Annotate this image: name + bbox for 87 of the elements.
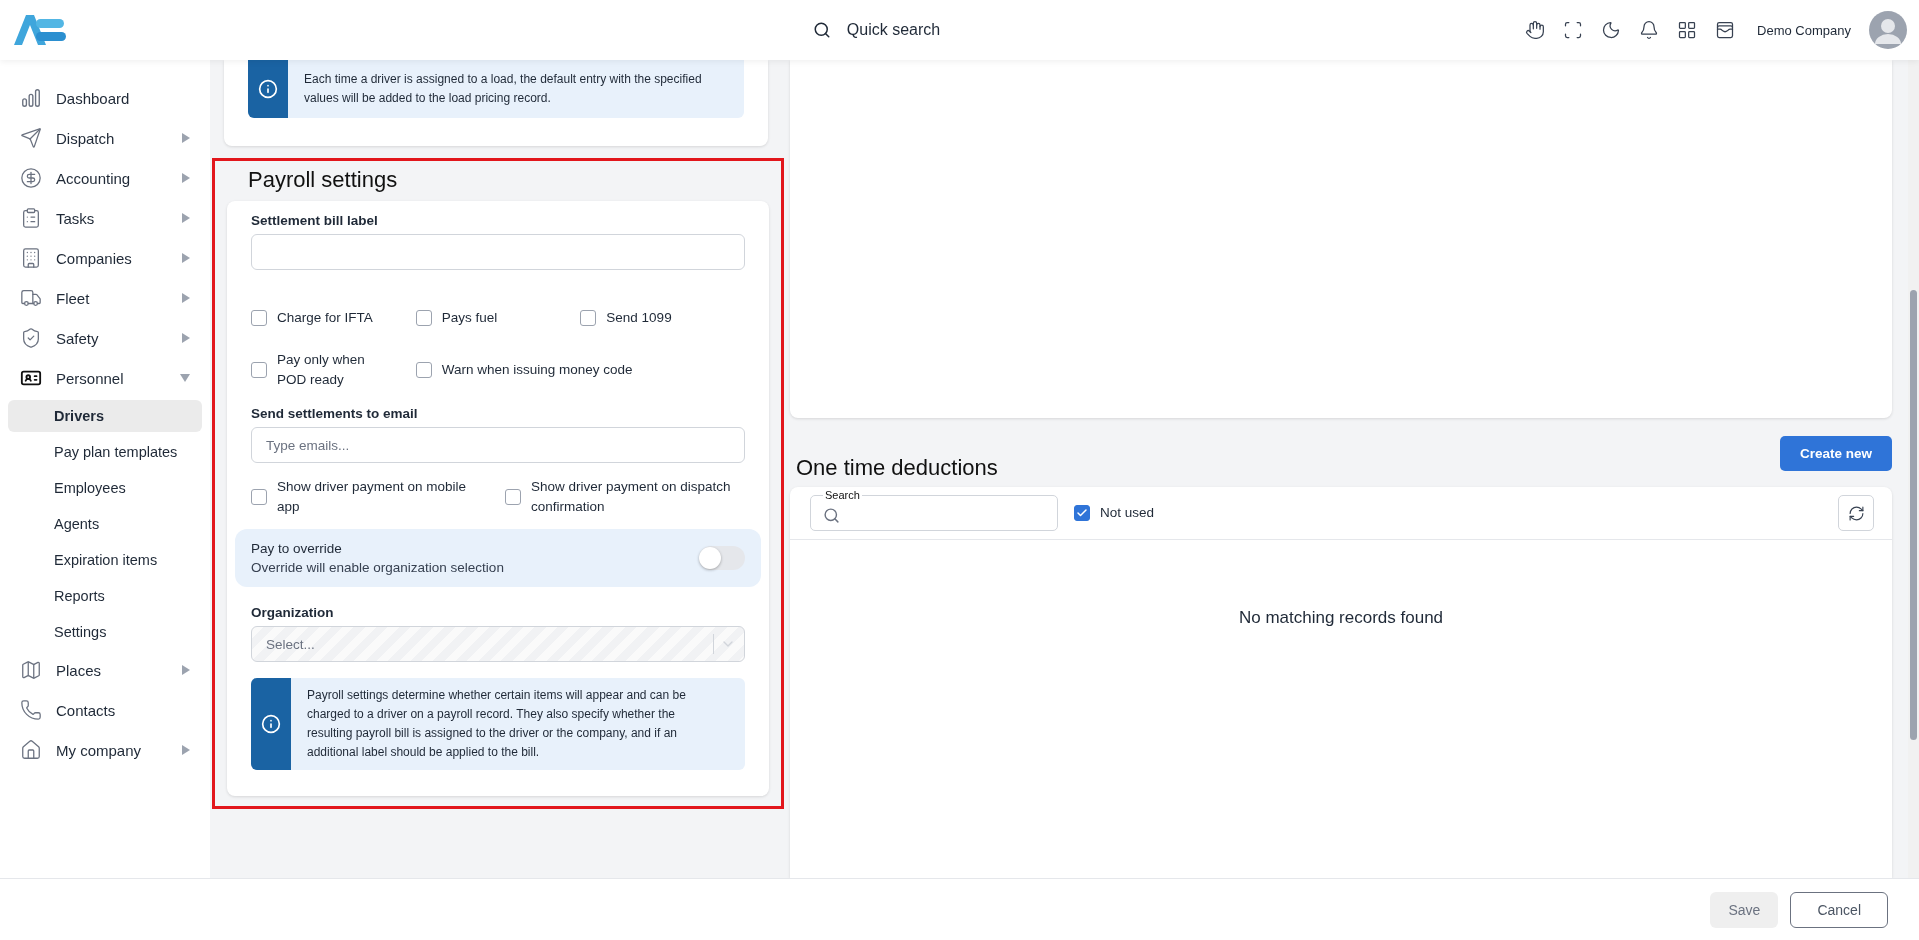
sidebar-subitem[interactable]: Reports	[8, 580, 202, 612]
field-label: Settlement bill label	[251, 213, 379, 228]
empty-message: No matching records found	[1237, 607, 1445, 628]
caret-right-icon	[182, 133, 190, 143]
house-icon	[20, 739, 42, 761]
fullscreen-icon[interactable]	[1563, 20, 1584, 40]
sidebar-item[interactable]: Companies	[8, 238, 202, 278]
field-label: Search	[824, 489, 861, 501]
field-label: Send settlements to email	[251, 406, 419, 421]
sidebar-item[interactable]: Dashboard	[8, 78, 202, 118]
shield-check-icon	[20, 327, 42, 349]
caret-right-icon	[182, 253, 190, 263]
info-text: Each time a driver is assigned to a load, the default entry with the specified values will be added to the load pricing record.	[303, 71, 703, 107]
map-icon	[20, 659, 42, 681]
logo-icon[interactable]	[12, 13, 68, 47]
sidebar-item[interactable]: Dispatch	[8, 118, 202, 158]
sidebar-item[interactable]: Contacts	[8, 690, 202, 730]
info-icon	[261, 714, 281, 734]
caret-right-icon	[182, 665, 190, 675]
sidebar-subitem[interactable]: Employees	[8, 472, 202, 504]
dollar-icon	[20, 167, 42, 189]
sidebar-item[interactable]: Safety	[8, 318, 202, 358]
grid-icon[interactable]	[1677, 20, 1698, 40]
checkbox-label[interactable]: Show driver payment on dispatch confirmation	[505, 477, 740, 517]
checkbox-label[interactable]: Pays fuel	[415, 308, 581, 328]
info-text: Payroll settings determine whether certain items will appear and can be charged to a driver on a payroll record. They also specify whether the resulting payroll bill is assigned to the driver or the company, and if an additional label should be applied to the bill.	[306, 687, 687, 761]
sidebar-item[interactable]: Places	[8, 650, 202, 690]
checkbox[interactable]	[251, 489, 267, 505]
info-icon	[258, 79, 278, 99]
cancel-button[interactable]: Cancel	[1790, 891, 1888, 928]
checkbox-label[interactable]: Charge for IFTA	[251, 308, 416, 328]
clipboard-icon	[20, 207, 42, 229]
sidebar-item[interactable]: Tasks	[8, 198, 202, 238]
checkbox[interactable]	[505, 489, 521, 505]
sidebar-subitem[interactable]: Expiration items	[8, 544, 202, 576]
checkbox[interactable]	[580, 310, 597, 326]
checkbox[interactable]	[415, 310, 432, 326]
sidebar-subitem[interactable]: Drivers	[8, 400, 202, 432]
caret-right-icon	[182, 333, 190, 343]
check-icon	[1076, 507, 1088, 519]
company-name: Demo Company	[1757, 22, 1851, 38]
override-title: Pay to override	[251, 541, 343, 556]
truck-icon	[20, 287, 42, 309]
send-icon	[20, 127, 42, 149]
moon-icon[interactable]	[1601, 20, 1622, 40]
search-icon	[823, 507, 840, 524]
checkbox-label[interactable]: Warn when issuing money code	[415, 360, 745, 380]
toggle-switch[interactable]	[699, 546, 745, 570]
field-label: Organization	[251, 605, 335, 620]
sidebar-item[interactable]: Fleet	[8, 278, 202, 318]
caret-right-icon	[182, 213, 190, 223]
caret-right-icon	[182, 745, 190, 755]
search-icon	[812, 21, 831, 39]
checkbox[interactable]	[251, 310, 267, 326]
input-field[interactable]	[251, 234, 745, 270]
sidebar-subitem[interactable]: Agents	[8, 508, 202, 540]
bell-icon[interactable]	[1639, 20, 1660, 40]
building-icon	[20, 247, 42, 269]
sidebar-item[interactable]: Accounting	[8, 158, 202, 198]
hand-icon[interactable]	[1525, 20, 1546, 40]
phone-icon	[20, 699, 42, 721]
sidebar-subitem[interactable]: Settings	[8, 616, 202, 648]
caret-right-icon	[182, 293, 190, 303]
wallet-icon[interactable]	[1715, 20, 1736, 40]
checkbox[interactable]	[1074, 505, 1090, 521]
checkbox-label[interactable]: Show driver payment on mobile app	[251, 477, 486, 517]
section-title: Payroll settings	[248, 167, 399, 193]
checkbox-label[interactable]: Send 1099	[580, 308, 745, 328]
create-new-button[interactable]: Create new	[1779, 436, 1892, 471]
section-title: One time deductions	[796, 455, 998, 481]
input-field[interactable]: Type emails...	[251, 427, 745, 463]
sidebar-item[interactable]: My company	[8, 730, 202, 770]
quick-search-button[interactable]: Quick search	[806, 20, 947, 40]
checkbox[interactable]	[415, 362, 432, 378]
search-field[interactable]: Search	[810, 489, 1058, 531]
refresh-icon	[1847, 504, 1865, 522]
bar-chart-icon	[20, 87, 42, 109]
checkbox-label[interactable]: Pay only when POD ready	[251, 350, 371, 390]
sidebar-subitem[interactable]: Pay plan templates	[8, 436, 202, 468]
checkbox-label[interactable]: Not used	[1074, 503, 1155, 523]
avatar[interactable]	[1869, 11, 1907, 49]
sidebar-item[interactable]: Personnel	[8, 358, 202, 398]
refresh-button[interactable]	[1838, 495, 1874, 531]
caret-down-icon	[180, 374, 190, 382]
checkbox[interactable]	[251, 362, 267, 378]
override-description: Override will enable organization selection	[251, 560, 505, 575]
caret-right-icon	[182, 173, 190, 183]
